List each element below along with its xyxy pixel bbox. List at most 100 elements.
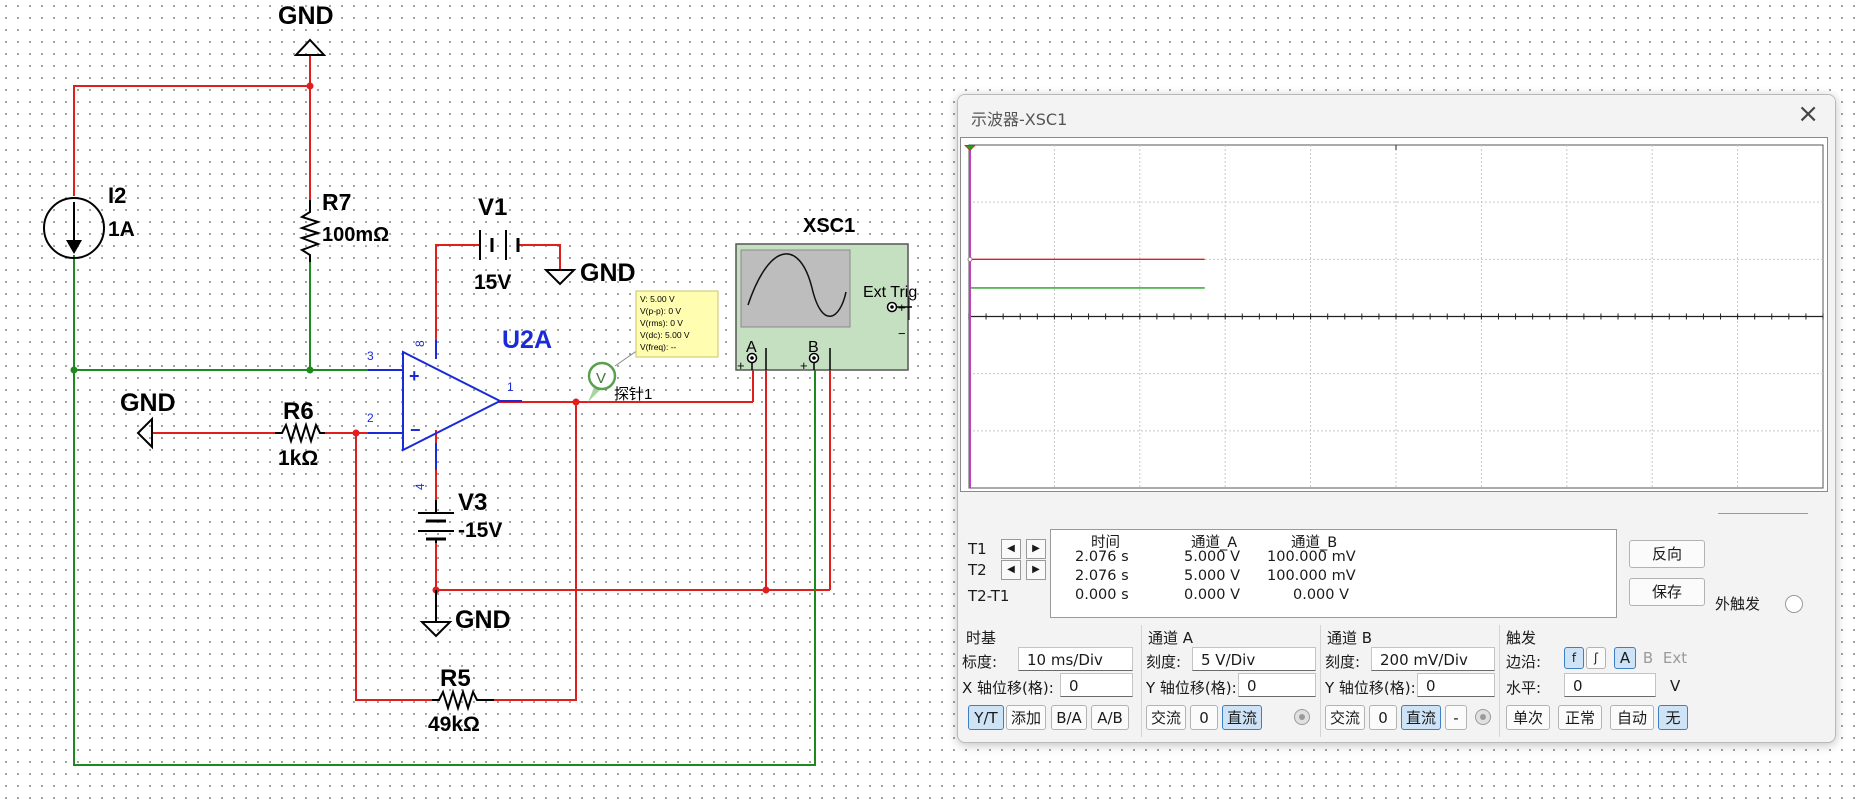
- scope-plot: [964, 144, 1824, 489]
- r7-value: 100mΩ: [322, 224, 389, 246]
- probe-symbol: V: [596, 370, 606, 387]
- u2a-label: U2A: [502, 326, 552, 354]
- trigger-falling-edge-button[interactable]: ʃ: [1586, 647, 1606, 669]
- channel-b-plus: +: [800, 358, 808, 373]
- gnd-bottom-label: GND: [455, 606, 511, 634]
- channel-a-title: 通道 A: [1148, 629, 1194, 647]
- current-source-i2[interactable]: [43, 197, 105, 259]
- battery-v1[interactable]: [479, 230, 520, 260]
- ext-trigger-label: 外触发: [1715, 595, 1761, 613]
- channel-b-ac-button[interactable]: 交流: [1325, 705, 1365, 730]
- trigger-rising-edge-button[interactable]: f: [1564, 647, 1584, 669]
- r5-label: R5: [440, 665, 471, 692]
- trigger-none-button[interactable]: 无: [1658, 705, 1688, 730]
- trigger-panel: 触发 边沿: f ʃ A B Ext 水平: 0 V 单次 正常 自动 无: [1500, 625, 1690, 737]
- trigger-title: 触发: [1506, 629, 1537, 647]
- t1-right-button[interactable]: ▶: [1026, 539, 1046, 559]
- channel-a-ypos-field[interactable]: 0: [1238, 673, 1316, 697]
- trigger-level-field[interactable]: 0: [1564, 673, 1656, 697]
- t2t1-row: T2-T1: [968, 586, 1009, 606]
- channel-b-minus-button[interactable]: -: [1445, 705, 1467, 730]
- gnd-top-label: GND: [278, 2, 334, 30]
- timebase-panel: 时基 标度: 10 ms/Div X 轴位移(格): 0 Y/T 添加 B/A …: [958, 625, 1170, 737]
- tooltip-line-3: V(rms): 0 V: [640, 318, 683, 328]
- x-position-field[interactable]: 0: [1060, 673, 1133, 697]
- channel-a-ypos-label: Y 轴位移(格):: [1146, 679, 1237, 697]
- channel-a-zero-button[interactable]: 0: [1190, 705, 1218, 730]
- scope-title: 示波器-XSC1: [971, 110, 1068, 129]
- scope-screen[interactable]: [960, 137, 1828, 492]
- channel-a-scale-field[interactable]: 5 V/Div: [1192, 647, 1316, 671]
- reverse-button[interactable]: 反向: [1629, 540, 1705, 568]
- oscilloscope-window[interactable]: 示波器-XSC1 × T1 ◀ ▶ T2 ◀ ▶ T2-T1 时间 通道_A 通…: [957, 94, 1836, 743]
- readout-t2-ch-a: 5.000 V: [1184, 568, 1241, 584]
- t2-row: T2 ◀ ▶: [968, 560, 1046, 580]
- pin-1: 1: [507, 380, 514, 394]
- readout-diff-ch-a: 0.000 V: [1184, 587, 1241, 603]
- gnd-top-symbol: [293, 38, 327, 56]
- ext-trigger-radio[interactable]: [1785, 595, 1803, 613]
- channel-b-title: 通道 B: [1327, 629, 1373, 647]
- t2-right-button[interactable]: ▶: [1026, 560, 1046, 580]
- channel-a-dc-button[interactable]: 直流: [1222, 705, 1262, 730]
- trigger-level-label: 水平:: [1506, 679, 1542, 697]
- channel-b-scale-field[interactable]: 200 mV/Div: [1371, 647, 1495, 671]
- t1-left-button[interactable]: ◀: [1001, 539, 1021, 559]
- channel-a-panel: 通道 A 刻度: 5 V/Div Y 轴位移(格): 0 交流 0 直流: [1142, 625, 1322, 737]
- xsc1-label: XSC1: [803, 215, 855, 237]
- v1-value: 15V: [474, 271, 511, 294]
- readout-t2-time: 2.076 s: [1075, 568, 1129, 584]
- close-icon[interactable]: ×: [1797, 101, 1819, 127]
- x-position-label: X 轴位移(格):: [962, 679, 1054, 697]
- opamp-u2a[interactable]: [368, 340, 522, 470]
- timebase-title: 时基: [966, 629, 997, 647]
- resistor-r6[interactable]: [275, 421, 325, 445]
- channel-a-color-dot[interactable]: [1294, 709, 1310, 725]
- trigger-auto-button[interactable]: 自动: [1610, 705, 1654, 730]
- pin-3: 3: [367, 349, 374, 363]
- mode-yt-button[interactable]: Y/T: [968, 705, 1004, 730]
- r7-label: R7: [322, 189, 351, 215]
- v1-label: V1: [478, 194, 507, 221]
- channel-a-terminal-dot: [750, 356, 754, 360]
- timebase-scale-field[interactable]: 10 ms/Div: [1018, 647, 1133, 671]
- scope-titlebar[interactable]: 示波器-XSC1 ×: [958, 95, 1835, 135]
- channel-b-scale-label: 刻度:: [1325, 653, 1361, 671]
- save-button[interactable]: 保存: [1629, 578, 1705, 606]
- oscilloscope-xsc1[interactable]: [735, 243, 909, 371]
- trigger-source-ext-button[interactable]: Ext: [1660, 647, 1690, 669]
- mode-ba-button[interactable]: B/A: [1051, 705, 1087, 730]
- probe-leader: [614, 349, 639, 367]
- channel-b-dc-button[interactable]: 直流: [1401, 705, 1441, 730]
- trigger-source-b-button[interactable]: B: [1638, 647, 1658, 669]
- battery-v3[interactable]: [418, 500, 454, 543]
- ext-trig-terminal-dot: [890, 305, 894, 309]
- v3-value: -15V: [458, 519, 502, 542]
- resistor-r5[interactable]: [432, 688, 494, 712]
- channel-a-plus: +: [737, 358, 745, 373]
- tooltip-line-2: V(p-p): 0 V: [640, 306, 681, 316]
- mode-add-button[interactable]: 添加: [1006, 705, 1046, 730]
- i2-label: I2: [108, 183, 126, 208]
- r5-value: 49kΩ: [428, 713, 480, 736]
- probe-label: 探针1: [614, 386, 652, 403]
- channel-b-ypos-field[interactable]: 0: [1417, 673, 1495, 697]
- readout-t1-ch-b: 100.000 mV: [1267, 549, 1356, 565]
- trigger-single-button[interactable]: 单次: [1506, 705, 1550, 730]
- channel-b-ypos-label: Y 轴位移(格):: [1325, 679, 1416, 697]
- readout-diff-time: 0.000 s: [1075, 587, 1129, 603]
- pin-2: 2: [367, 411, 374, 425]
- t2-label: T2: [968, 561, 987, 579]
- t2-left-button[interactable]: ◀: [1001, 560, 1021, 580]
- channel-a-ac-button[interactable]: 交流: [1146, 705, 1186, 730]
- gnd-bottom-symbol: [419, 621, 453, 638]
- channel-b-color-dot[interactable]: [1475, 709, 1491, 725]
- trigger-source-a-button[interactable]: A: [1614, 647, 1636, 669]
- trigger-normal-button[interactable]: 正常: [1558, 705, 1602, 730]
- channel-a-scale-label: 刻度:: [1146, 653, 1182, 671]
- tooltip-line-1: V: 5.00 V: [640, 294, 675, 304]
- resistor-r7[interactable]: [298, 200, 322, 262]
- channel-b-zero-button[interactable]: 0: [1369, 705, 1397, 730]
- mode-ab-button[interactable]: A/B: [1091, 705, 1129, 730]
- r6-label: R6: [283, 398, 314, 425]
